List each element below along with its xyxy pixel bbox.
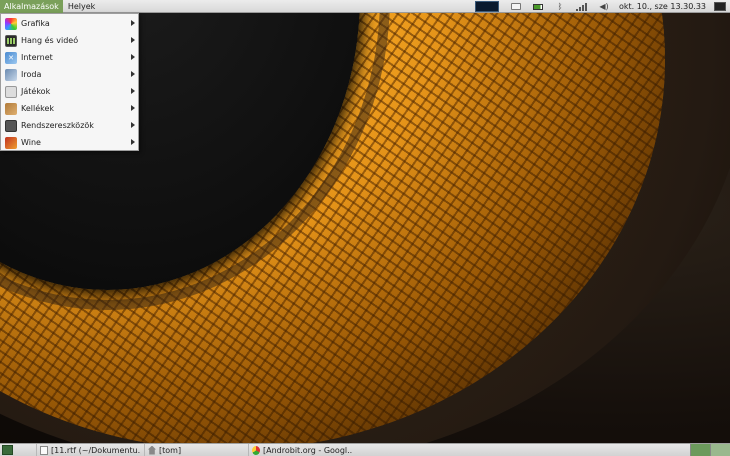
accessories-icon — [5, 102, 17, 115]
workspace-2[interactable] — [710, 444, 730, 456]
system-tools-icon — [5, 119, 17, 132]
submenu-arrow-icon — [131, 71, 135, 77]
submenu-arrow-icon — [131, 122, 135, 128]
games-icon — [5, 85, 17, 98]
menu-item-wine[interactable]: Wine — [1, 134, 138, 151]
submenu-arrow-icon — [131, 139, 135, 145]
menu-item-grafika[interactable]: Grafika — [1, 15, 138, 32]
office-icon — [5, 68, 17, 81]
task-label: [Androbit.org - Googl... — [263, 445, 352, 455]
menu-item-label: Rendszereszközök — [21, 121, 94, 130]
menu-item-label: Kellékek — [21, 104, 55, 113]
menu-item-label: Wine — [21, 138, 41, 147]
volume-icon[interactable]: ◀) — [599, 2, 609, 11]
workspace-switcher — [690, 444, 730, 456]
submenu-arrow-icon — [131, 54, 135, 60]
menu-item-kellekek[interactable]: Kellékek — [1, 100, 138, 117]
show-desktop-button[interactable] — [2, 445, 13, 455]
menu-item-internet[interactable]: ✕ Internet — [1, 49, 138, 66]
submenu-arrow-icon — [131, 37, 135, 43]
chrome-icon — [252, 445, 260, 455]
task-label: [tom] — [159, 445, 182, 455]
submenu-arrow-icon — [131, 20, 135, 26]
menu-item-iroda[interactable]: Iroda — [1, 66, 138, 83]
keyboard-icon[interactable] — [510, 2, 521, 11]
taskbar-item-browser[interactable]: [Androbit.org - Googl... — [248, 444, 352, 456]
system-tray: ᛒ ◀) okt. 10., sze 13.30.33 — [474, 0, 730, 13]
menu-item-rendszereszkozok[interactable]: Rendszereszközök — [1, 117, 138, 134]
places-menu-button[interactable]: Helyek — [63, 0, 100, 13]
home-folder-icon — [148, 445, 156, 455]
workspace-1[interactable] — [690, 444, 710, 456]
document-icon — [40, 445, 48, 455]
menu-item-label: Iroda — [21, 70, 42, 79]
top-panel: Alkalmazások Helyek ᛒ ◀) okt. 10., sze 1… — [0, 0, 730, 13]
battery-icon[interactable] — [532, 2, 543, 11]
clock[interactable]: okt. 10., sze 13.30.33 — [619, 2, 706, 11]
applications-menu: Grafika Hang és videó ✕ Internet Iroda J… — [0, 13, 139, 151]
menu-item-jatekok[interactable]: Játékok — [1, 83, 138, 100]
menu-item-hang-es-video[interactable]: Hang és videó — [1, 32, 138, 49]
menu-item-label: Grafika — [21, 19, 50, 28]
task-label: [11.rtf (~/Dokumentu... — [51, 445, 140, 455]
signal-icon[interactable] — [576, 2, 588, 11]
applications-menu-button[interactable]: Alkalmazások — [0, 0, 63, 13]
sound-video-icon — [5, 34, 17, 47]
session-icon[interactable] — [714, 2, 726, 11]
graphics-icon — [5, 17, 17, 30]
menu-item-label: Hang és videó — [21, 36, 79, 45]
taskbar-item-home[interactable]: [tom] — [144, 444, 248, 456]
bluetooth-icon[interactable]: ᛒ — [555, 2, 565, 11]
submenu-arrow-icon — [131, 88, 135, 94]
menu-item-label: Internet — [21, 53, 53, 62]
taskbar-item-document[interactable]: [11.rtf (~/Dokumentu... — [36, 444, 140, 456]
submenu-arrow-icon — [131, 105, 135, 111]
wine-icon — [5, 136, 17, 149]
workspace-preview[interactable] — [474, 1, 499, 12]
menu-item-label: Játékok — [21, 87, 51, 96]
bottom-panel: [11.rtf (~/Dokumentu... [tom] [Androbit.… — [0, 443, 730, 456]
internet-icon: ✕ — [5, 51, 17, 64]
